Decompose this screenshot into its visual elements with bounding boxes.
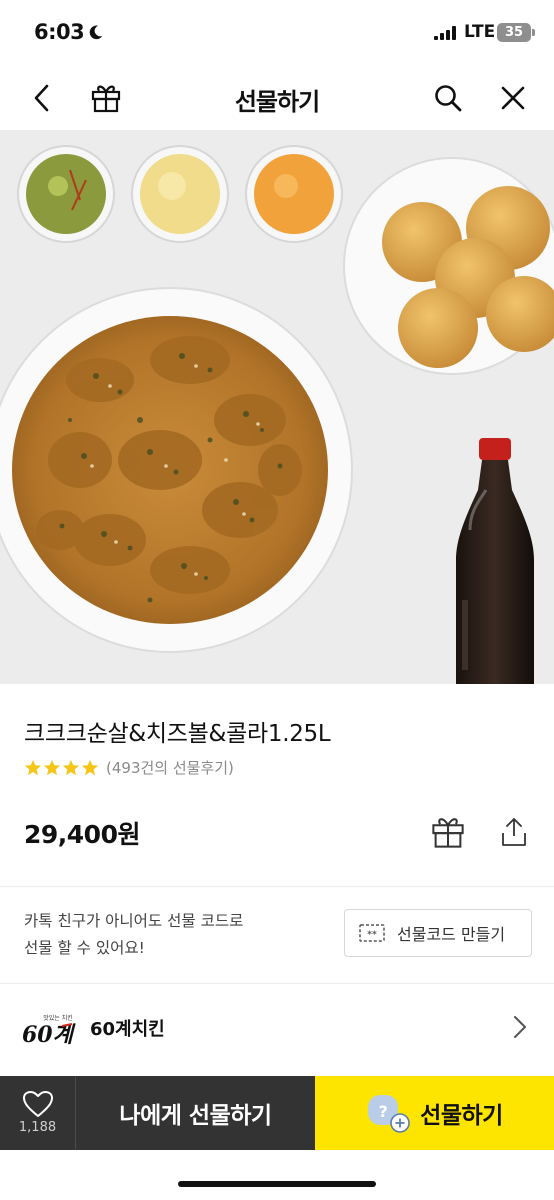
send-gift-label: 선물하기 <box>420 1103 503 1129</box>
share-icon <box>502 818 526 846</box>
chevron-right-icon <box>514 1016 526 1038</box>
safe-area <box>0 1150 554 1200</box>
gift-code-description-line1: 카톡 친구가 아니어도 선물 코드로 <box>24 912 244 930</box>
status-bar: 6:03 LTE 35 <box>0 0 554 68</box>
product-price: 29,400원 <box>24 820 140 849</box>
status-time: 6:03 <box>34 20 85 44</box>
friend-select-icon: ? <box>366 1091 410 1135</box>
like-button[interactable]: 1,188 <box>0 1076 76 1150</box>
star-icon <box>24 759 42 775</box>
gift-code-description: 카톡 친구가 아니어도 선물 코드로 선물 할 수 있어요! <box>24 908 324 962</box>
rating-row[interactable]: (493건의 선물후기) <box>24 757 234 778</box>
create-gift-code-button[interactable]: ** 선물코드 만들기 <box>344 909 532 957</box>
gift-to-myself-button[interactable]: 나에게 선물하기 <box>76 1076 315 1150</box>
search-icon <box>435 85 462 112</box>
home-indicator <box>178 1181 376 1187</box>
product-photo-illustration <box>0 130 554 684</box>
review-count: (493건의 선물후기) <box>106 759 234 777</box>
brand-logo-tagline: 맛있는 치킨 <box>43 1014 73 1022</box>
search-button[interactable] <box>428 78 468 118</box>
gift-wrap-button[interactable] <box>428 812 468 852</box>
brand-logo-image: 맛있는 치킨 60계 <box>22 1014 77 1048</box>
moon-icon <box>89 25 103 40</box>
page-title: 선물하기 <box>234 88 320 116</box>
network-label: LTE <box>464 22 496 42</box>
app-header: 선물하기 <box>0 68 554 130</box>
product-image <box>0 130 554 684</box>
share-button[interactable] <box>494 812 534 852</box>
code-ticket-icon: ** <box>359 924 385 942</box>
gift-icon <box>432 818 464 848</box>
heart-icon <box>22 1091 53 1117</box>
gift-code-description-line2: 선물 할 수 있어요! <box>24 939 145 957</box>
brand-logo: 맛있는 치킨 60계 <box>22 1012 78 1048</box>
battery-indicator: 35 <box>497 23 531 42</box>
star-icon <box>43 759 61 775</box>
section-divider <box>0 886 554 887</box>
battery-tip <box>532 29 535 36</box>
svg-text:**: ** <box>367 930 377 940</box>
close-icon <box>501 86 525 110</box>
signal-icon <box>434 26 456 40</box>
send-gift-button[interactable]: ? 선물하기 <box>315 1076 554 1150</box>
brand-row[interactable]: 맛있는 치킨 60계 60계치킨 <box>0 984 554 1072</box>
create-gift-code-label: 선물코드 만들기 <box>397 925 506 944</box>
close-button[interactable] <box>493 78 533 118</box>
product-name: 크크크순살&치즈볼&콜라1.25L <box>24 721 331 747</box>
brand-name: 60계치킨 <box>90 1019 165 1040</box>
like-count: 1,188 <box>18 1120 57 1135</box>
star-icon <box>81 759 99 775</box>
star-icon <box>62 759 80 775</box>
svg-text:?: ? <box>379 1102 388 1121</box>
